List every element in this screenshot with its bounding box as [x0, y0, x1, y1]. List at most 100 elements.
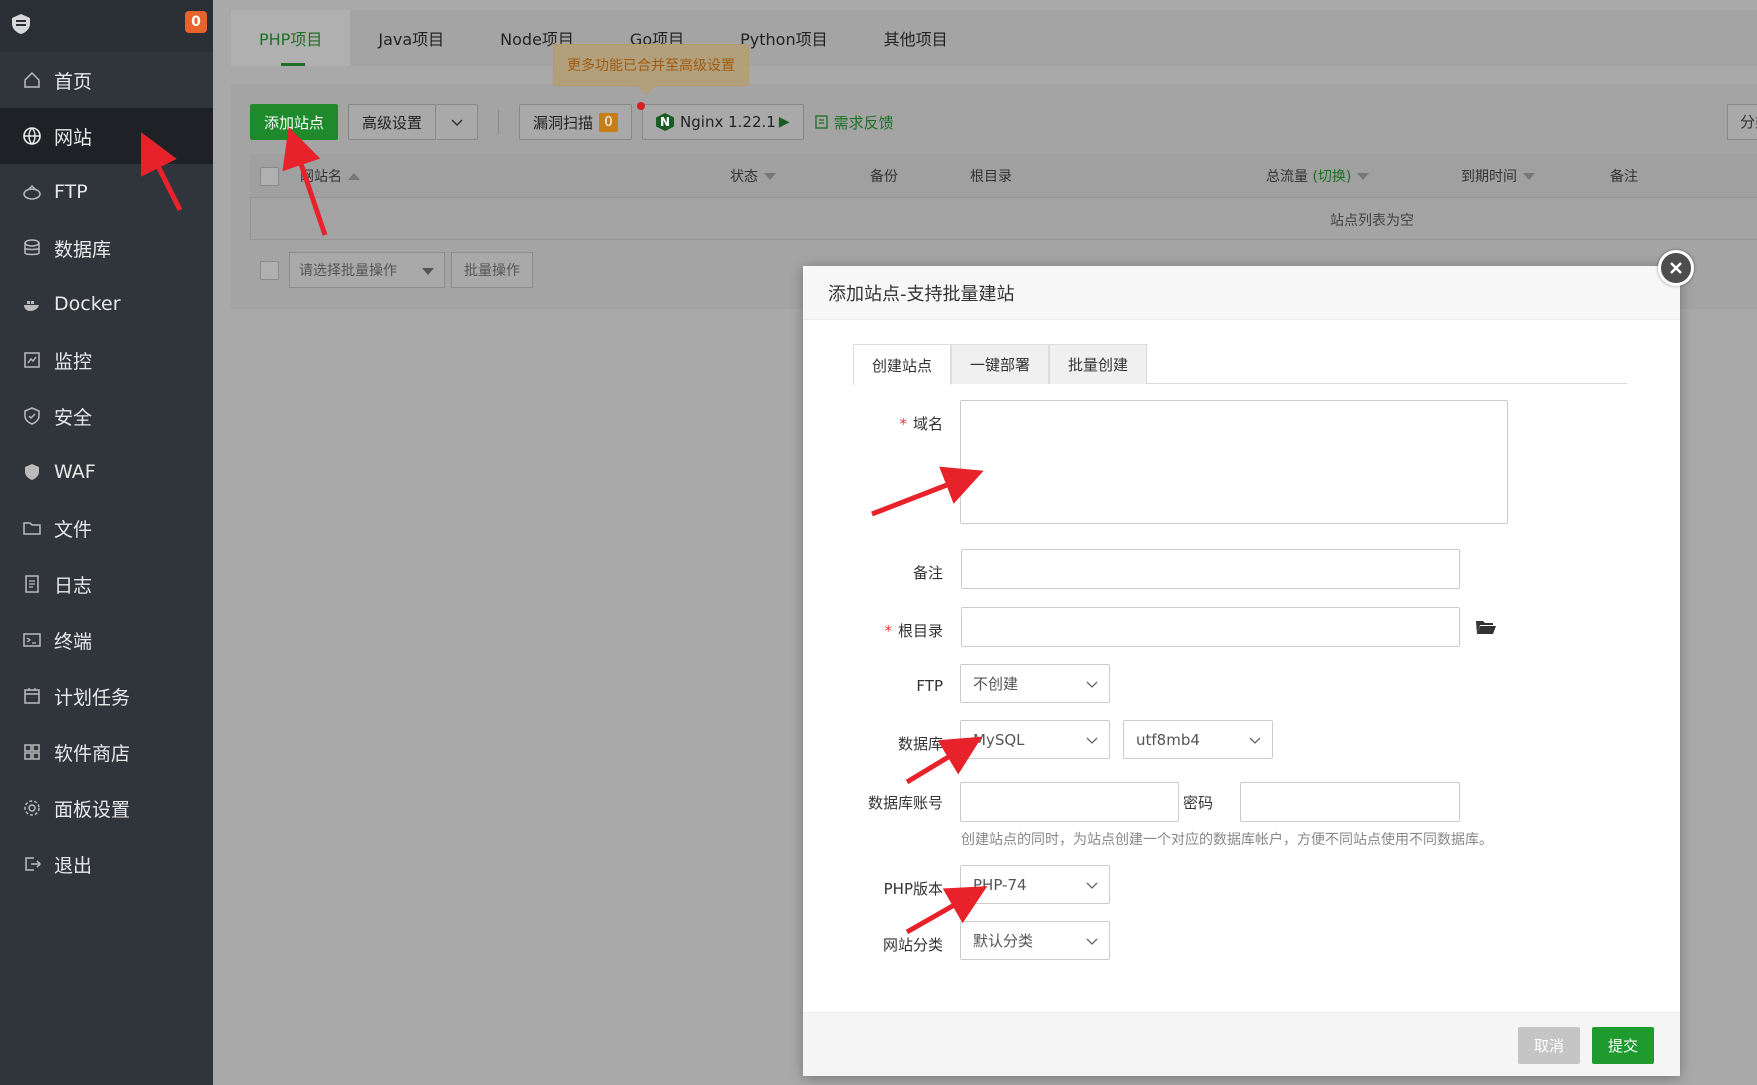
toolbar-divider	[498, 110, 500, 134]
domain-textarea[interactable]	[960, 400, 1508, 524]
batch-select[interactable]: 请选择批量操作	[289, 252, 445, 288]
col-site-name-label: 网站名	[300, 169, 342, 185]
ftp-icon	[22, 182, 42, 202]
batch-button[interactable]: 批量操作	[451, 252, 533, 288]
close-icon	[1670, 262, 1682, 274]
sidebar-item[interactable]: 终端	[0, 612, 213, 668]
sidebar-item[interactable]: 数据库	[0, 220, 213, 276]
empty-message: 站点列表为空	[1330, 213, 1414, 229]
sidebar-item[interactable]: 监控	[0, 332, 213, 388]
play-icon: ▶	[778, 114, 790, 130]
sidebar-item-label: 软件商店	[54, 742, 131, 765]
col-status[interactable]: 状态	[730, 154, 776, 198]
sidebar-header: 0	[0, 0, 213, 52]
db-select[interactable]: MySQL	[960, 720, 1110, 759]
category-button[interactable]: 分类	[1727, 104, 1757, 140]
sidebar-item-label: 终端	[54, 630, 93, 653]
db-password-input[interactable]	[1240, 782, 1460, 822]
ftp-select[interactable]: 不创建	[960, 664, 1110, 703]
tab-java[interactable]: Java项目	[350, 10, 472, 66]
sidebar-item-label: 监控	[54, 350, 93, 373]
nginx-button[interactable]: N Nginx 1.22.1 ▶	[642, 104, 804, 140]
modal-close-button[interactable]	[1658, 250, 1694, 286]
docker-icon	[22, 294, 42, 314]
sidebar-item-label: 日志	[54, 574, 93, 597]
traffic-switch-link[interactable]: (切换)	[1312, 166, 1351, 186]
modal-tabs: 创建站点 一键部署 批量创建	[853, 344, 1627, 385]
sidebar-item[interactable]: FTP	[0, 164, 213, 220]
database-icon	[22, 238, 42, 258]
advanced-settings-button[interactable]: 高级设置	[348, 104, 437, 140]
col-expire[interactable]: 到期时间	[1461, 154, 1535, 198]
tab-one-click-deploy[interactable]: 一键部署	[951, 344, 1050, 384]
tab-php[interactable]: PHP项目	[231, 10, 351, 66]
sidebar-item-label: 数据库	[54, 238, 112, 261]
sidebar-item[interactable]: 安全	[0, 388, 213, 444]
required-mark: *	[884, 622, 892, 640]
col-expire-label: 到期时间	[1461, 169, 1517, 185]
sidebar-item-label: 安全	[54, 406, 93, 429]
sidebar-item[interactable]: 首页	[0, 52, 213, 108]
vuln-scan-button[interactable]: 漏洞扫描 0	[519, 104, 633, 140]
advanced-dropdown-button[interactable]	[436, 104, 479, 140]
required-mark: *	[899, 415, 907, 433]
submit-button[interactable]: 提交	[1592, 1027, 1655, 1064]
col-traffic[interactable]: 总流量 (切换)	[1266, 154, 1370, 198]
globe-icon	[22, 126, 42, 146]
sort-down-icon	[764, 172, 776, 180]
col-traffic-label: 总流量	[1266, 169, 1308, 185]
sidebar-item-label: Docker	[54, 293, 121, 315]
tab-create-site[interactable]: 创建站点	[853, 344, 952, 385]
tab-other[interactable]: 其他项目	[856, 10, 976, 66]
tab-batch-create[interactable]: 批量创建	[1049, 344, 1148, 384]
sidebar-item[interactable]: 文件	[0, 500, 213, 556]
charset-select[interactable]: utf8mb4	[1123, 720, 1273, 759]
db-label: 数据库	[897, 735, 943, 753]
root-dir-input[interactable]	[961, 607, 1460, 647]
note-input[interactable]	[961, 549, 1460, 589]
sidebar-item[interactable]: 软件商店	[0, 724, 213, 780]
sort-down-icon	[1523, 172, 1535, 180]
php-version-select[interactable]: PHP-74	[960, 865, 1110, 904]
monitor-icon	[22, 350, 42, 370]
caret-down-icon	[422, 268, 434, 275]
folder-open-icon[interactable]	[1475, 618, 1497, 636]
logout-icon	[22, 854, 42, 874]
advanced-settings-group: 高级设置	[348, 104, 479, 140]
edit-icon	[814, 115, 828, 129]
sidebar-item[interactable]: 日志	[0, 556, 213, 612]
notification-badge[interactable]: 0	[185, 11, 207, 33]
sort-down-icon	[1357, 172, 1370, 180]
charset-select-value: utf8mb4	[1136, 730, 1200, 749]
chevron-down-icon	[1086, 737, 1098, 744]
chevron-down-icon	[1086, 882, 1098, 889]
select-all-checkbox[interactable]	[260, 166, 279, 186]
php-version-value: PHP-74	[973, 875, 1027, 894]
batch-checkbox[interactable]	[260, 260, 279, 280]
terminal-icon	[22, 630, 42, 650]
domain-label: * 域名	[823, 413, 943, 434]
sidebar-item-label: 面板设置	[54, 798, 131, 821]
vuln-scan-label: 漏洞扫描	[533, 113, 594, 132]
sidebar-item-label: 文件	[54, 518, 93, 541]
sidebar-item-label: 计划任务	[54, 686, 131, 709]
sidebar-item[interactable]: WAF	[0, 444, 213, 500]
sidebar-item[interactable]: 网站	[0, 108, 213, 164]
sidebar: 0 首页 网站 FTP 数据库 Docker 监控安全 WAF 文件日志终端计划任务软件商店面…	[0, 0, 213, 1085]
advanced-tooltip: 更多功能已合并至高级设置	[553, 44, 749, 86]
feedback-link[interactable]: 需求反馈	[814, 112, 894, 133]
ftp-label: FTP	[916, 677, 943, 695]
db-account-label: 数据库账号	[867, 794, 943, 812]
category-select[interactable]: 默认分类	[960, 921, 1110, 960]
chevron-down-icon	[1249, 737, 1261, 744]
sidebar-item[interactable]: 退出	[0, 836, 213, 892]
shield-icon	[22, 406, 42, 426]
sidebar-item[interactable]: 计划任务	[0, 668, 213, 724]
cancel-button[interactable]: 取消	[1518, 1027, 1581, 1064]
col-root-label: 根目录	[970, 169, 1012, 185]
sidebar-item[interactable]: Docker	[0, 276, 213, 332]
col-site-name[interactable]: 网站名	[300, 154, 360, 198]
add-site-button[interactable]: 添加站点	[250, 104, 339, 140]
sidebar-item[interactable]: 面板设置	[0, 780, 213, 836]
sidebar-item-label: FTP	[54, 181, 88, 203]
